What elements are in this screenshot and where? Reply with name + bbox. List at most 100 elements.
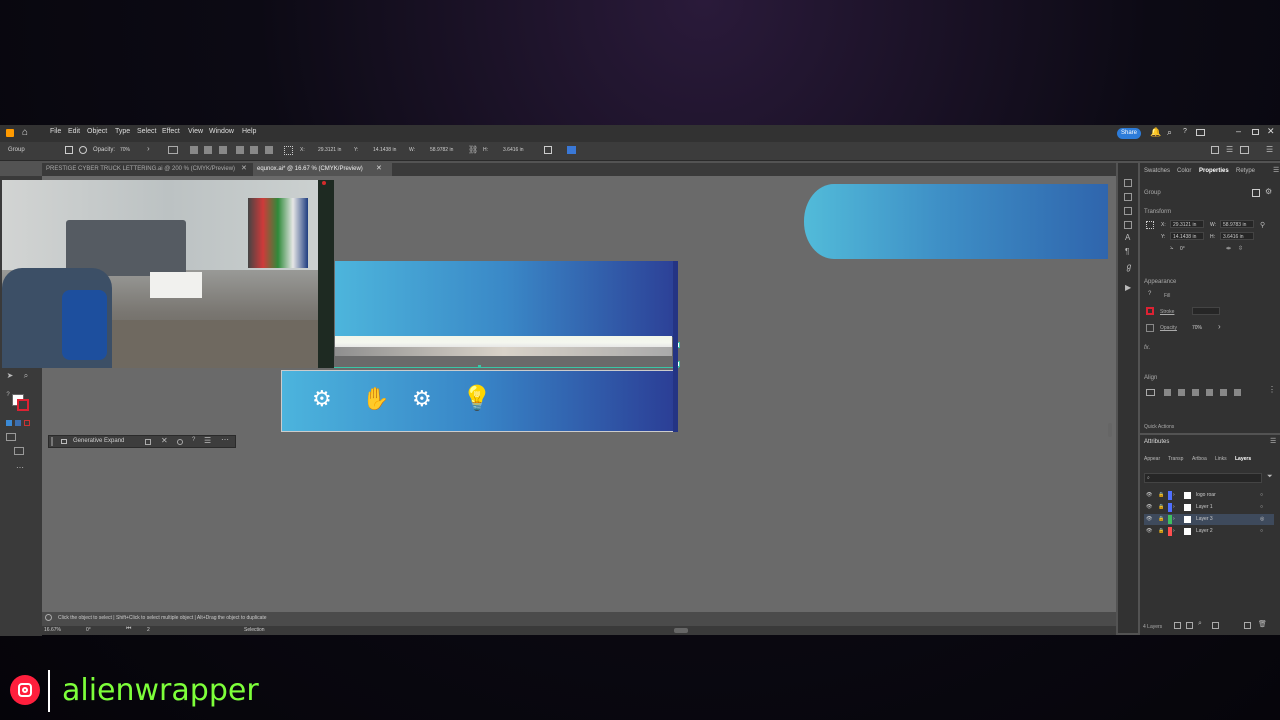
expand-chevron-icon[interactable]: › xyxy=(1173,526,1175,537)
visibility-eye-icon[interactable]: 👁 xyxy=(1146,526,1152,537)
banner-upper-panel[interactable] xyxy=(335,261,678,337)
layer-name[interactable]: logo roar xyxy=(1196,490,1216,501)
panel-menu-icon[interactable]: ☰ xyxy=(1273,166,1279,174)
link-icon[interactable]: ⚲ xyxy=(1260,221,1265,229)
rotation-value[interactable]: 0° xyxy=(86,627,91,633)
align-bottom-icon[interactable] xyxy=(1234,389,1241,396)
more-options-icon[interactable]: ⋯ xyxy=(221,435,229,444)
tab-layers[interactable]: Layers xyxy=(1235,456,1251,462)
stroke-swatch[interactable] xyxy=(17,399,29,411)
panel-icon-libraries[interactable] xyxy=(1124,207,1132,215)
artboard-canvas[interactable]: ⚙ ✋ ⚙ 💡 Generative Expand ✕ ? ☰ ⋯ xyxy=(2,176,1116,616)
y-field[interactable]: 14.1438 in xyxy=(1170,232,1204,240)
help-circle-icon[interactable]: ? xyxy=(192,437,195,443)
help-icon[interactable]: ? xyxy=(1183,128,1187,135)
align-top-icon[interactable] xyxy=(1206,389,1213,396)
panel-icon-properties[interactable] xyxy=(1124,179,1132,187)
artboard-number[interactable]: 2 xyxy=(147,627,150,633)
settings-icon[interactable] xyxy=(177,439,183,445)
close-tab-icon[interactable]: ✕ xyxy=(376,164,382,172)
gradient-mode-icon[interactable] xyxy=(15,420,21,426)
panel-scrollbar[interactable] xyxy=(1108,423,1112,437)
menu-icon[interactable]: ☰ xyxy=(1226,145,1233,154)
lock-icon[interactable]: 🔒 xyxy=(1158,502,1164,513)
none-mode-icon[interactable] xyxy=(24,420,30,426)
tab-swatches[interactable]: Swatches xyxy=(1144,168,1170,174)
tab-prestige[interactable]: PRESTIGE CYBER TRUCK LETTERING.ai @ 200 … xyxy=(42,163,251,176)
tab-transp[interactable]: Transp xyxy=(1168,456,1183,462)
x-field[interactable]: 29.3121 in xyxy=(1170,220,1204,228)
align-to-icon[interactable] xyxy=(1146,389,1155,396)
align-bottom-icon[interactable] xyxy=(265,146,273,154)
menu-object[interactable]: Object xyxy=(87,128,107,135)
chevron-right-icon[interactable]: › xyxy=(147,144,150,153)
layer-row-layer-1[interactable]: 👁 🔒 › Layer 1 ○ xyxy=(1144,502,1274,513)
settings-gear-icon[interactable]: ⚙ xyxy=(1265,187,1272,196)
banner-shape-top-right[interactable] xyxy=(804,184,1108,259)
crop-icon[interactable] xyxy=(145,439,151,445)
tab-links[interactable]: Links xyxy=(1215,456,1227,462)
fill-stroke-icon[interactable] xyxy=(12,394,30,412)
menu-effect[interactable]: Effect xyxy=(162,128,180,135)
flip-horizontal-icon[interactable]: ⇹ xyxy=(1226,245,1231,252)
expand-chevron-icon[interactable]: › xyxy=(1173,502,1175,513)
arrange-icon[interactable] xyxy=(1196,129,1205,136)
align-center-icon[interactable] xyxy=(204,146,212,154)
opacity-value[interactable]: 70% xyxy=(120,147,130,153)
recolor-icon[interactable] xyxy=(79,146,87,154)
reference-point-icon[interactable] xyxy=(284,146,293,155)
home-icon[interactable]: ⌂ xyxy=(22,127,28,138)
layer-row-layer-2[interactable]: 👁 🔒 › Layer 2 ○ xyxy=(1144,526,1274,537)
align-left-icon[interactable] xyxy=(1164,389,1171,396)
tab-color[interactable]: Color xyxy=(1177,168,1191,174)
layer-name[interactable]: Layer 1 xyxy=(1196,502,1213,513)
minimize-icon[interactable]: – xyxy=(1236,126,1241,136)
align-left-icon[interactable] xyxy=(190,146,198,154)
maximize-icon[interactable] xyxy=(1252,129,1259,135)
stroke-weight-field[interactable] xyxy=(1192,307,1220,315)
draw-mode-icon[interactable] xyxy=(6,433,16,441)
constrain-proportions-icon[interactable]: ⛓ xyxy=(468,145,478,154)
clipping-mask-icon[interactable] xyxy=(1186,622,1193,629)
first-artboard-icon[interactable]: ⏮ xyxy=(126,626,131,633)
layer-name[interactable]: Layer 2 xyxy=(1196,526,1213,537)
search-icon[interactable]: ⌕ xyxy=(1167,127,1172,138)
more-options-icon[interactable]: ⋮ xyxy=(1268,385,1276,394)
screen-mode-icon[interactable] xyxy=(14,447,24,455)
selection-tool-icon[interactable]: ➤ xyxy=(4,371,16,381)
panel-icon-glyphs[interactable]: ℊ xyxy=(1125,261,1133,272)
close-icon[interactable]: ✕ xyxy=(1267,126,1275,137)
panel-icon-swatches[interactable] xyxy=(1124,221,1132,229)
panel-icon-paragraph[interactable]: ¶ xyxy=(1125,247,1129,256)
layer-row-layer-3[interactable]: 👁 🔒 › Layer 3 ◎ xyxy=(1144,514,1274,525)
align-center-icon[interactable] xyxy=(1178,389,1185,396)
align-middle-icon[interactable] xyxy=(1220,389,1227,396)
visibility-eye-icon[interactable]: 👁 xyxy=(1146,490,1152,501)
expand-chevron-icon[interactable]: › xyxy=(1173,490,1175,501)
w-field[interactable]: 58.9782 in xyxy=(430,147,453,153)
layers-search-input[interactable]: ⌕ xyxy=(1144,473,1262,483)
reference-point-icon[interactable] xyxy=(1146,221,1154,229)
chevron-right-icon[interactable]: › xyxy=(1218,322,1221,331)
generative-expand-icon[interactable] xyxy=(61,439,67,444)
tab-appear[interactable]: Appear xyxy=(1144,456,1160,462)
w-field[interactable]: 58.9783 in xyxy=(1220,220,1254,228)
layer-name[interactable]: Layer 3 xyxy=(1196,514,1213,525)
drag-handle-icon[interactable] xyxy=(51,437,53,446)
selection-handle[interactable] xyxy=(478,365,481,368)
panel-icon-actions[interactable]: ▶ xyxy=(1125,283,1131,292)
stroke-label[interactable]: Stroke xyxy=(1160,309,1174,315)
menu-select[interactable]: Select xyxy=(137,128,156,135)
x-field[interactable]: 29.3121 in xyxy=(318,147,341,153)
share-button[interactable]: Share xyxy=(1117,128,1141,139)
target-circle-icon[interactable]: ○ xyxy=(1260,490,1263,501)
tab-artboa[interactable]: Artboa xyxy=(1192,456,1207,462)
menu-type[interactable]: Type xyxy=(115,128,130,135)
filter-icon[interactable]: ⏷ xyxy=(1267,473,1273,481)
align-to-icon[interactable] xyxy=(168,146,178,154)
zoom-level[interactable]: 16.67% xyxy=(44,627,61,633)
align-right-icon[interactable] xyxy=(1192,389,1199,396)
lock-icon[interactable]: 🔒 xyxy=(1158,490,1164,501)
visibility-eye-icon[interactable]: 👁 xyxy=(1146,514,1152,525)
expand-chevron-icon[interactable]: › xyxy=(1173,514,1175,525)
